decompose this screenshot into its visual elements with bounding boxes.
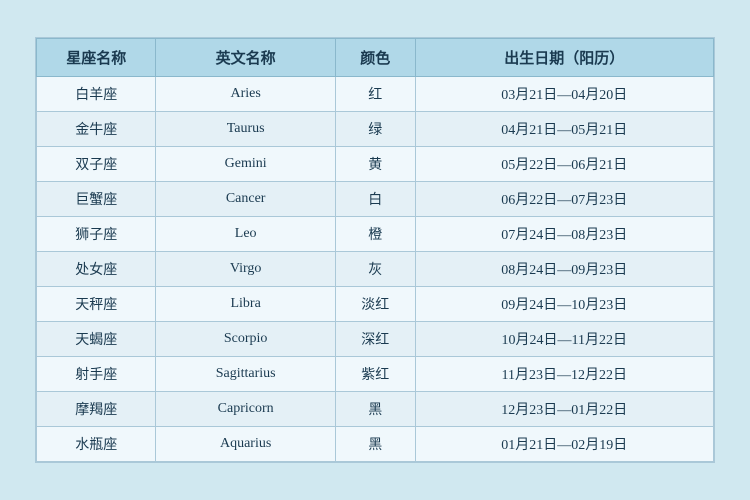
cell-color: 灰 bbox=[335, 252, 415, 287]
cell-color: 淡红 bbox=[335, 287, 415, 322]
cell-english: Sagittarius bbox=[156, 357, 335, 392]
cell-chinese: 巨蟹座 bbox=[37, 182, 156, 217]
cell-date: 06月22日—07月23日 bbox=[415, 182, 713, 217]
cell-english: Taurus bbox=[156, 112, 335, 147]
table-row: 白羊座Aries红03月21日—04月20日 bbox=[37, 77, 714, 112]
cell-english: Scorpio bbox=[156, 322, 335, 357]
cell-chinese: 摩羯座 bbox=[37, 392, 156, 427]
table-row: 射手座Sagittarius紫红11月23日—12月22日 bbox=[37, 357, 714, 392]
cell-date: 01月21日—02月19日 bbox=[415, 427, 713, 462]
table-row: 摩羯座Capricorn黑12月23日—01月22日 bbox=[37, 392, 714, 427]
cell-color: 白 bbox=[335, 182, 415, 217]
cell-english: Cancer bbox=[156, 182, 335, 217]
cell-chinese: 双子座 bbox=[37, 147, 156, 182]
cell-color: 黑 bbox=[335, 427, 415, 462]
table-row: 金牛座Taurus绿04月21日—05月21日 bbox=[37, 112, 714, 147]
cell-date: 07月24日—08月23日 bbox=[415, 217, 713, 252]
zodiac-table-container: 星座名称 英文名称 颜色 出生日期（阳历） 白羊座Aries红03月21日—04… bbox=[35, 37, 715, 463]
cell-color: 绿 bbox=[335, 112, 415, 147]
header-color: 颜色 bbox=[335, 39, 415, 77]
cell-english: Leo bbox=[156, 217, 335, 252]
cell-chinese: 天秤座 bbox=[37, 287, 156, 322]
cell-english: Aquarius bbox=[156, 427, 335, 462]
cell-english: Virgo bbox=[156, 252, 335, 287]
cell-chinese: 白羊座 bbox=[37, 77, 156, 112]
cell-date: 09月24日—10月23日 bbox=[415, 287, 713, 322]
zodiac-table: 星座名称 英文名称 颜色 出生日期（阳历） 白羊座Aries红03月21日—04… bbox=[36, 38, 714, 462]
cell-english: Aries bbox=[156, 77, 335, 112]
table-body: 白羊座Aries红03月21日—04月20日金牛座Taurus绿04月21日—0… bbox=[37, 77, 714, 462]
table-row: 巨蟹座Cancer白06月22日—07月23日 bbox=[37, 182, 714, 217]
cell-color: 橙 bbox=[335, 217, 415, 252]
cell-chinese: 狮子座 bbox=[37, 217, 156, 252]
cell-english: Libra bbox=[156, 287, 335, 322]
table-row: 处女座Virgo灰08月24日—09月23日 bbox=[37, 252, 714, 287]
cell-date: 11月23日—12月22日 bbox=[415, 357, 713, 392]
cell-date: 08月24日—09月23日 bbox=[415, 252, 713, 287]
cell-color: 黄 bbox=[335, 147, 415, 182]
cell-chinese: 天蝎座 bbox=[37, 322, 156, 357]
table-row: 水瓶座Aquarius黑01月21日—02月19日 bbox=[37, 427, 714, 462]
cell-date: 12月23日—01月22日 bbox=[415, 392, 713, 427]
table-row: 双子座Gemini黄05月22日—06月21日 bbox=[37, 147, 714, 182]
table-row: 天蝎座Scorpio深红10月24日—11月22日 bbox=[37, 322, 714, 357]
header-chinese: 星座名称 bbox=[37, 39, 156, 77]
cell-english: Gemini bbox=[156, 147, 335, 182]
cell-chinese: 水瓶座 bbox=[37, 427, 156, 462]
cell-chinese: 射手座 bbox=[37, 357, 156, 392]
cell-date: 04月21日—05月21日 bbox=[415, 112, 713, 147]
cell-date: 03月21日—04月20日 bbox=[415, 77, 713, 112]
cell-english: Capricorn bbox=[156, 392, 335, 427]
table-row: 狮子座Leo橙07月24日—08月23日 bbox=[37, 217, 714, 252]
cell-color: 深红 bbox=[335, 322, 415, 357]
table-header-row: 星座名称 英文名称 颜色 出生日期（阳历） bbox=[37, 39, 714, 77]
cell-color: 紫红 bbox=[335, 357, 415, 392]
cell-chinese: 金牛座 bbox=[37, 112, 156, 147]
table-row: 天秤座Libra淡红09月24日—10月23日 bbox=[37, 287, 714, 322]
cell-chinese: 处女座 bbox=[37, 252, 156, 287]
header-english: 英文名称 bbox=[156, 39, 335, 77]
cell-color: 黑 bbox=[335, 392, 415, 427]
cell-date: 05月22日—06月21日 bbox=[415, 147, 713, 182]
cell-date: 10月24日—11月22日 bbox=[415, 322, 713, 357]
header-date: 出生日期（阳历） bbox=[415, 39, 713, 77]
cell-color: 红 bbox=[335, 77, 415, 112]
